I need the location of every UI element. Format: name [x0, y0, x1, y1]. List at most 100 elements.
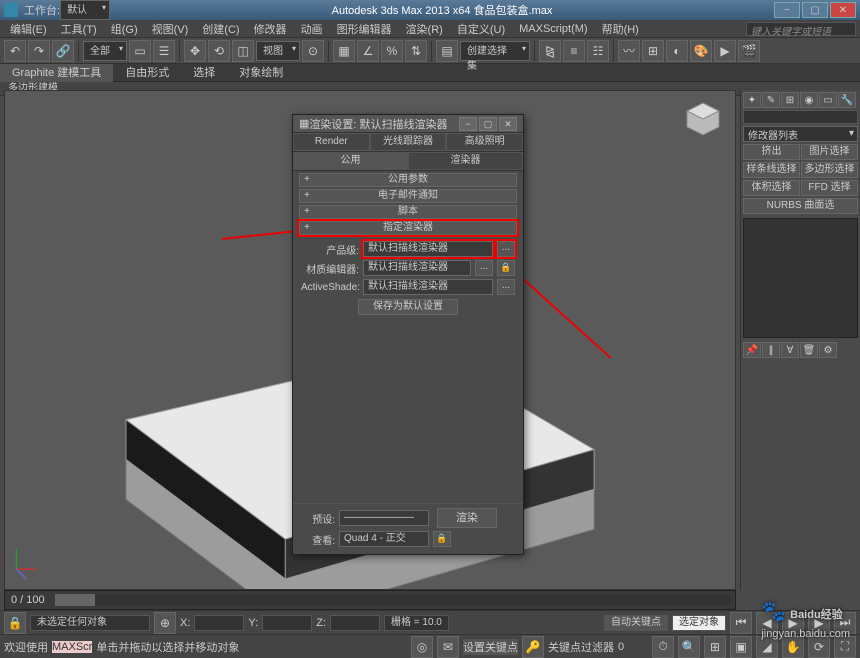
- mod-volsel[interactable]: 体积选择: [743, 180, 800, 196]
- layers-button[interactable]: ☷: [587, 40, 609, 62]
- current-frame-field[interactable]: 0: [618, 641, 648, 653]
- menu-rendering[interactable]: 渲染(R): [400, 21, 449, 37]
- maximize-button[interactable]: ▢: [802, 2, 828, 18]
- time-slider-track[interactable]: [55, 594, 731, 606]
- menu-modifiers[interactable]: 修改器: [248, 21, 293, 37]
- medit-lock-button[interactable]: 🔒: [497, 260, 515, 276]
- mod-nurbs[interactable]: NURBS 曲面选: [743, 198, 858, 214]
- fov-icon[interactable]: ◢: [756, 636, 778, 658]
- center-button[interactable]: ⊙: [302, 40, 324, 62]
- y-field[interactable]: [262, 615, 312, 631]
- save-defaults-button[interactable]: 保存为默认设置: [358, 299, 458, 315]
- motion-tab-icon[interactable]: ◉: [800, 92, 818, 108]
- goto-end-button[interactable]: ⏭: [834, 612, 856, 634]
- select-button[interactable]: ▭: [129, 40, 151, 62]
- time-config-button[interactable]: ⏱: [652, 636, 674, 658]
- select-rotate-button[interactable]: ⟲: [208, 40, 230, 62]
- preset-dropdown[interactable]: ———————: [339, 510, 429, 526]
- dialog-minimize-button[interactable]: −: [459, 117, 477, 131]
- dialog-close-button[interactable]: ✕: [499, 117, 517, 131]
- menu-create[interactable]: 创建(C): [196, 21, 245, 37]
- align-button[interactable]: ≡: [563, 40, 585, 62]
- setkey-button[interactable]: 设置关键点: [463, 639, 518, 655]
- snap-button[interactable]: ▦: [333, 40, 355, 62]
- menu-group[interactable]: 组(G): [105, 21, 144, 37]
- ref-coord-dropdown[interactable]: 视图: [256, 41, 300, 61]
- menu-grapheditors[interactable]: 图形编辑器: [331, 21, 398, 37]
- ribbon-tab-freeform[interactable]: 自由形式: [113, 64, 181, 82]
- create-tab-icon[interactable]: ✦: [743, 92, 761, 108]
- isolate-icon[interactable]: ◎: [411, 636, 433, 658]
- ribbon-tab-paint[interactable]: 对象绘制: [227, 64, 295, 82]
- utilities-tab-icon[interactable]: 🔧: [838, 92, 856, 108]
- help-search-input[interactable]: 键入关键字或短语: [746, 22, 856, 36]
- rollout-email[interactable]: 电子邮件通知: [299, 189, 517, 203]
- key-filters-button[interactable]: 关键点过滤器: [548, 639, 614, 655]
- menu-maxscript[interactable]: MAXScript(M): [513, 23, 593, 35]
- menu-tools[interactable]: 工具(T): [55, 21, 103, 37]
- play-button[interactable]: ▶: [782, 612, 804, 634]
- view-dropdown[interactable]: Quad 4 - 正交: [339, 531, 429, 547]
- modifier-stack[interactable]: [743, 218, 858, 338]
- tab-renderer[interactable]: 渲染器: [408, 152, 523, 170]
- tab-adv-lighting[interactable]: 高级照明: [446, 133, 523, 151]
- object-name-field[interactable]: [743, 110, 858, 124]
- mod-splinesel[interactable]: 样条线选择: [743, 162, 800, 178]
- z-field[interactable]: [330, 615, 380, 631]
- angle-snap-button[interactable]: ∠: [357, 40, 379, 62]
- ribbon-tab-selection[interactable]: 选择: [181, 64, 227, 82]
- link-button[interactable]: 🔗: [52, 40, 74, 62]
- zoom-all-icon[interactable]: ⊞: [704, 636, 726, 658]
- medit-choose-button[interactable]: ...: [475, 260, 493, 276]
- mirror-button[interactable]: ⧎: [539, 40, 561, 62]
- production-choose-button[interactable]: ...: [497, 241, 515, 257]
- autokey-button[interactable]: 自动关键点: [604, 615, 668, 631]
- undo-button[interactable]: ↶: [4, 40, 26, 62]
- modify-tab-icon[interactable]: ✎: [762, 92, 780, 108]
- render-setup-button[interactable]: 🎨: [690, 40, 712, 62]
- modifier-list-dropdown[interactable]: 修改器列表: [743, 126, 858, 142]
- tab-render-elements[interactable]: Render Elements: [293, 133, 370, 151]
- render-button[interactable]: 🎬: [738, 40, 760, 62]
- view-lock-button[interactable]: 🔒: [433, 531, 451, 547]
- next-frame-button[interactable]: ▶: [808, 612, 830, 634]
- orbit-icon[interactable]: ⟳: [808, 636, 830, 658]
- menu-animation[interactable]: 动画: [295, 21, 329, 37]
- menu-edit[interactable]: 编辑(E): [4, 21, 53, 37]
- rollout-scripts[interactable]: 脚本: [299, 205, 517, 219]
- hierarchy-tab-icon[interactable]: ⊞: [781, 92, 799, 108]
- menu-view[interactable]: 视图(V): [146, 21, 195, 37]
- tab-raytracer[interactable]: 光线跟踪器: [370, 133, 447, 151]
- rollout-assign-renderer[interactable]: 指定渲染器: [299, 221, 517, 235]
- schematic-button[interactable]: ⊞: [642, 40, 664, 62]
- select-move-button[interactable]: ✥: [184, 40, 206, 62]
- x-field[interactable]: [194, 615, 244, 631]
- select-name-button[interactable]: ☰: [153, 40, 175, 62]
- pan-icon[interactable]: ✋: [782, 636, 804, 658]
- render-frame-button[interactable]: ▶: [714, 40, 736, 62]
- menu-help[interactable]: 帮助(H): [596, 21, 645, 37]
- material-editor-button[interactable]: ◐: [666, 40, 688, 62]
- selection-filter-dropdown[interactable]: 全部: [83, 41, 127, 61]
- viewcube[interactable]: [683, 99, 723, 139]
- spinner-snap-button[interactable]: ⇅: [405, 40, 427, 62]
- dialog-restore-button[interactable]: ▢: [479, 117, 497, 131]
- mod-picsel[interactable]: 图片选择: [801, 144, 858, 160]
- max-viewport-icon[interactable]: ⛶: [834, 636, 856, 658]
- minimize-button[interactable]: −: [774, 2, 800, 18]
- rollout-common-params[interactable]: 公用参数: [299, 173, 517, 187]
- mod-polysel[interactable]: 多边形选择: [801, 162, 858, 178]
- mod-ffdsel[interactable]: FFD 选择: [801, 180, 858, 196]
- curve-editor-button[interactable]: 〰: [618, 40, 640, 62]
- time-slider[interactable]: 0 / 100: [4, 590, 736, 610]
- render-button-dialog[interactable]: 渲染: [437, 508, 497, 528]
- goto-start-button[interactable]: ⏮: [730, 612, 752, 634]
- menu-customize[interactable]: 自定义(U): [451, 21, 511, 37]
- select-scale-button[interactable]: ◫: [232, 40, 254, 62]
- close-button[interactable]: ✕: [830, 2, 856, 18]
- workspace-dropdown[interactable]: 默认: [60, 0, 110, 20]
- percent-snap-button[interactable]: %: [381, 40, 403, 62]
- activeshade-choose-button[interactable]: ...: [497, 279, 515, 295]
- maxscript-listener[interactable]: MAXScr: [52, 641, 92, 653]
- remove-mod-icon[interactable]: 🗑: [800, 342, 818, 358]
